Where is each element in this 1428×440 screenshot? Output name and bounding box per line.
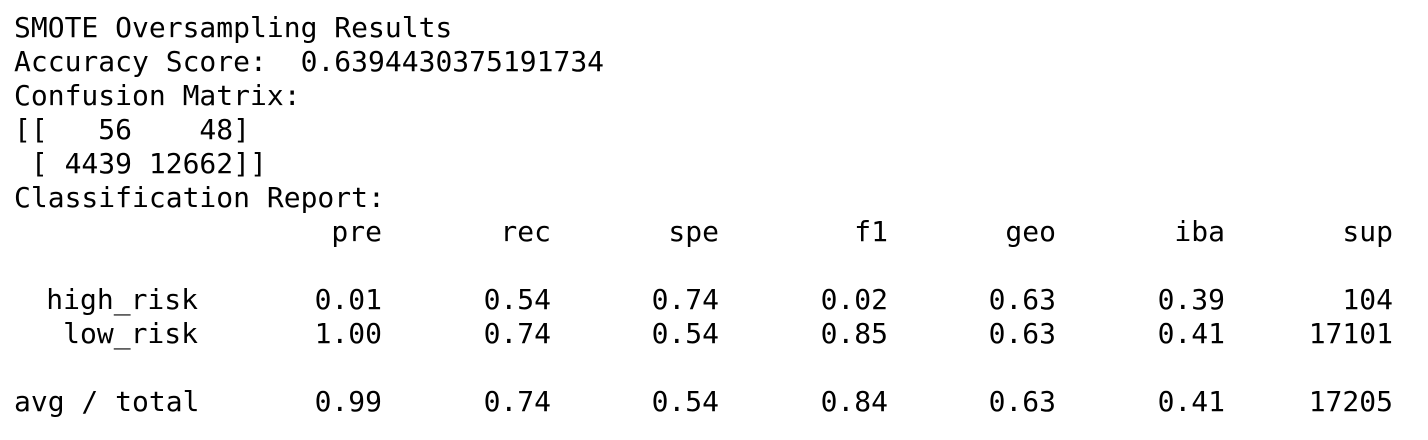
report-row-label: high_risk	[46, 283, 198, 316]
report-cell: 0.41	[1157, 317, 1225, 350]
report-total-label: avg / total	[14, 385, 200, 418]
report-cell: 0.01	[314, 283, 382, 316]
report-cell: 0.54	[483, 283, 551, 316]
accuracy-label: Accuracy Score:	[14, 45, 267, 78]
report-row-label: low_risk	[63, 317, 198, 350]
report-cell: 1.00	[314, 317, 382, 350]
report-cell: 0.74	[483, 317, 551, 350]
report-header-spe: spe	[668, 215, 719, 248]
report-cell: 0.54	[651, 317, 719, 350]
report-header-f1: f1	[854, 215, 888, 248]
results-title: SMOTE Oversampling Results	[14, 11, 453, 44]
report-cell: 0.39	[1157, 283, 1225, 316]
report-cell: 0.63	[988, 283, 1056, 316]
report-header-rec: rec	[500, 215, 551, 248]
report-cell: 17101	[1308, 317, 1393, 350]
report-cell: 0.85	[820, 317, 888, 350]
confusion-matrix-row: [[ 56 48]	[14, 113, 251, 146]
report-total-cell: 0.41	[1157, 385, 1225, 418]
classification-report-label: Classification Report:	[14, 181, 385, 214]
report-total-cell: 17205	[1308, 385, 1393, 418]
report-cell: 0.63	[988, 317, 1056, 350]
confusion-matrix-label: Confusion Matrix:	[14, 79, 301, 112]
report-cell: 104	[1342, 283, 1393, 316]
report-header-sup: sup	[1342, 215, 1393, 248]
report-total-cell: 0.54	[651, 385, 719, 418]
accuracy-value: 0.6394430375191734	[300, 45, 605, 78]
report-header-pre: pre	[331, 215, 382, 248]
report-total-cell: 0.84	[820, 385, 888, 418]
report-cell: 0.74	[651, 283, 719, 316]
report-header-geo: geo	[1005, 215, 1056, 248]
report-total-cell: 0.99	[314, 385, 382, 418]
console-output: SMOTE Oversampling Results Accuracy Scor…	[0, 0, 1428, 440]
report-total-cell: 0.63	[988, 385, 1056, 418]
report-cell: 0.02	[820, 283, 888, 316]
accuracy-line: Accuracy Score: 0.6394430375191734	[14, 45, 604, 79]
report-header-iba: iba	[1174, 215, 1225, 248]
confusion-matrix-row: [ 4439 12662]]	[14, 147, 267, 180]
report-total-cell: 0.74	[483, 385, 551, 418]
